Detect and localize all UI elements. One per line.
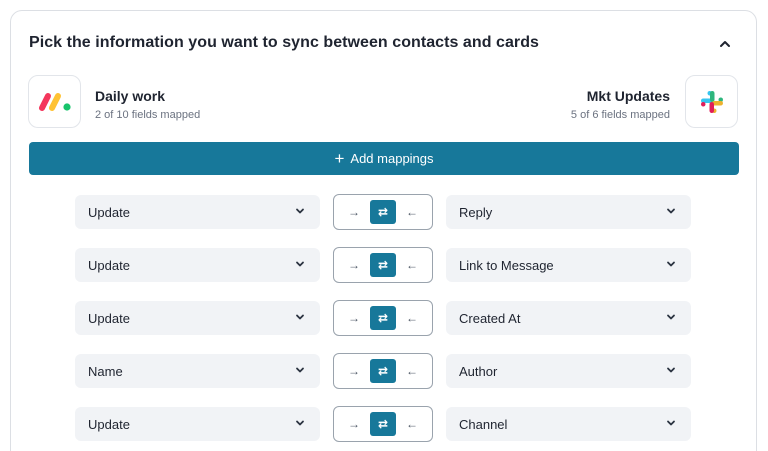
right-field-value: Channel: [459, 416, 508, 432]
slack-logo-icon: [685, 75, 738, 128]
left-field-value: Update: [88, 204, 130, 220]
plus-icon: +: [334, 148, 345, 168]
sync-mapping-card: Pick the information you want to sync be…: [10, 10, 757, 451]
bidirectional-arrows-icon: ⇄: [377, 205, 389, 219]
left-field-value: Name: [88, 363, 123, 379]
chevron-down-icon: [665, 364, 677, 379]
arrow-right-icon: →: [348, 364, 360, 378]
chevron-down-icon: [294, 417, 306, 432]
direction-left-to-right-button[interactable]: →: [341, 253, 367, 277]
left-field-value: Update: [88, 310, 130, 326]
arrow-right-icon: →: [348, 205, 360, 219]
chevron-down-icon: [665, 417, 677, 432]
direction-both-button[interactable]: ⇄: [370, 253, 396, 277]
sync-direction-toggle: → ⇄ ←: [333, 194, 433, 230]
bidirectional-arrows-icon: ⇄: [377, 311, 389, 325]
right-field-value: Author: [459, 363, 498, 379]
left-field-value: Update: [88, 257, 130, 273]
sync-direction-toggle: → ⇄ ←: [333, 406, 433, 442]
arrow-right-icon: →: [348, 311, 360, 325]
direction-right-to-left-button[interactable]: ←: [399, 200, 425, 224]
mapping-row: Update → ⇄ ← Created At: [11, 300, 758, 336]
direction-left-to-right-button[interactable]: →: [341, 306, 367, 330]
mapping-row: Name → ⇄ ← Author: [11, 353, 758, 389]
sync-direction-toggle: → ⇄ ←: [333, 353, 433, 389]
direction-both-button[interactable]: ⇄: [370, 200, 396, 224]
chevron-down-icon: [294, 205, 306, 220]
arrow-left-icon: ←: [406, 417, 418, 431]
direction-both-button[interactable]: ⇄: [370, 306, 396, 330]
arrow-left-icon: ←: [406, 205, 418, 219]
right-app-name: Mkt Updates: [586, 88, 670, 104]
direction-left-to-right-button[interactable]: →: [341, 359, 367, 383]
left-field-value: Update: [88, 416, 130, 432]
bidirectional-arrows-icon: ⇄: [377, 417, 389, 431]
mapping-row: Update → ⇄ ← Channel: [11, 406, 758, 442]
right-field-select[interactable]: Author: [446, 354, 691, 388]
right-field-select[interactable]: Created At: [446, 301, 691, 335]
chevron-down-icon: [665, 205, 677, 220]
right-field-value: Created At: [459, 310, 521, 326]
sync-direction-toggle: → ⇄ ←: [333, 300, 433, 336]
direction-both-button[interactable]: ⇄: [370, 359, 396, 383]
add-mappings-button[interactable]: + Add mappings: [29, 142, 739, 175]
left-app-name: Daily work: [95, 88, 166, 104]
direction-right-to-left-button[interactable]: ←: [399, 306, 425, 330]
mapping-row: Update → ⇄ ← Reply: [11, 194, 758, 230]
left-app-fields-mapped: 2 of 10 fields mapped: [95, 109, 201, 121]
arrow-left-icon: ←: [406, 258, 418, 272]
sync-direction-toggle: → ⇄ ←: [333, 247, 433, 283]
chevron-up-icon: [720, 41, 730, 47]
arrow-right-icon: →: [348, 417, 360, 431]
collapse-button[interactable]: [711, 31, 739, 57]
direction-right-to-left-button[interactable]: ←: [399, 359, 425, 383]
direction-left-to-right-button[interactable]: →: [341, 412, 367, 436]
arrow-left-icon: ←: [406, 364, 418, 378]
direction-left-to-right-button[interactable]: →: [341, 200, 367, 224]
monday-logo-icon: [28, 75, 81, 128]
right-field-select[interactable]: Link to Message: [446, 248, 691, 282]
chevron-down-icon: [665, 258, 677, 273]
right-field-value: Link to Message: [459, 257, 554, 273]
arrow-left-icon: ←: [406, 311, 418, 325]
right-field-select[interactable]: Channel: [446, 407, 691, 441]
mapping-row: Update → ⇄ ← Link to Message: [11, 247, 758, 283]
chevron-down-icon: [294, 311, 306, 326]
right-field-value: Reply: [459, 204, 493, 220]
left-field-select[interactable]: Update: [75, 248, 320, 282]
direction-right-to-left-button[interactable]: ←: [399, 412, 425, 436]
left-field-select[interactable]: Update: [75, 407, 320, 441]
left-field-select[interactable]: Update: [75, 195, 320, 229]
chevron-down-icon: [294, 258, 306, 273]
chevron-down-icon: [665, 311, 677, 326]
right-app-fields-mapped: 5 of 6 fields mapped: [570, 109, 670, 121]
chevron-down-icon: [294, 364, 306, 379]
add-mappings-label: Add mappings: [350, 151, 434, 166]
left-field-select[interactable]: Name: [75, 354, 320, 388]
section-title: Pick the information you want to sync be…: [29, 34, 539, 51]
left-field-select[interactable]: Update: [75, 301, 320, 335]
arrow-right-icon: →: [348, 258, 360, 272]
direction-right-to-left-button[interactable]: ←: [399, 253, 425, 277]
bidirectional-arrows-icon: ⇄: [377, 258, 389, 272]
right-field-select[interactable]: Reply: [446, 195, 691, 229]
bidirectional-arrows-icon: ⇄: [377, 364, 389, 378]
direction-both-button[interactable]: ⇄: [370, 412, 396, 436]
